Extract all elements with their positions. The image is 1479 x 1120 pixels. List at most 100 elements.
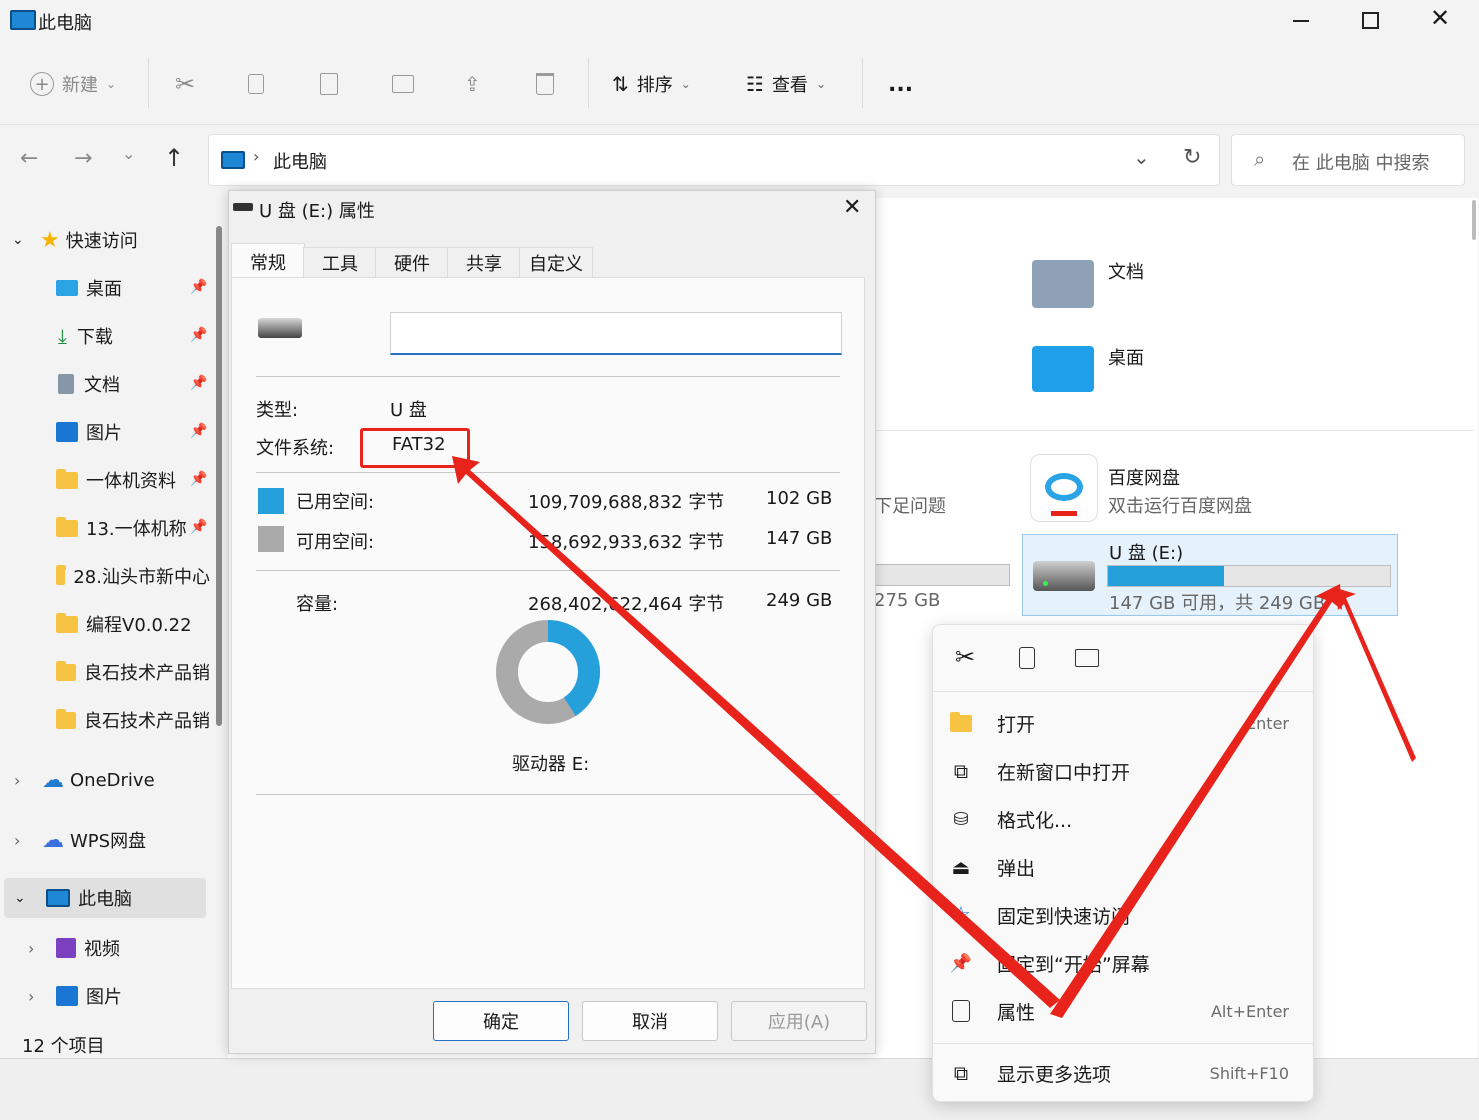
tab-label: 硬件 — [394, 254, 430, 275]
apply-button[interactable]: 应用(A) — [731, 1001, 867, 1041]
refresh-icon[interactable]: ↻ — [1183, 145, 1201, 170]
tab-general[interactable]: 常规 — [231, 243, 305, 280]
more-button[interactable]: ... — [888, 62, 913, 106]
minimize-button[interactable] — [1293, 20, 1309, 22]
capacity-bytes: 268,402,622,464 字节 — [528, 594, 725, 615]
nav-item-folder[interactable]: 一体机资料 📌 — [0, 460, 210, 500]
free-size: 147 GB — [766, 528, 833, 549]
pin-icon: 📌 — [190, 519, 208, 535]
cancel-button[interactable]: 取消 — [582, 1001, 718, 1041]
folder-icon — [56, 564, 67, 585]
nav-this-pc[interactable]: ⌄ 此电脑 — [4, 878, 206, 918]
nav-item-documents[interactable]: 文档 📌 — [0, 364, 210, 404]
view-label: 查看 — [771, 75, 808, 96]
menu-label: 弹出 — [997, 857, 1036, 880]
chevron-down-icon: ⌄ — [106, 77, 117, 91]
divider — [256, 472, 840, 473]
maximize-button[interactable] — [1362, 12, 1379, 29]
menu-eject[interactable]: ⏏ 弹出 — [947, 845, 1297, 889]
apply-label: 应用(A) — [767, 1012, 831, 1033]
view-button[interactable]: ☷ 查看 ⌄ — [746, 62, 826, 106]
paste-button[interactable] — [320, 62, 338, 106]
usb-usage-fill — [1108, 566, 1224, 586]
share-button[interactable]: ⇪ — [464, 62, 481, 106]
baidu-tile[interactable]: 百度网盘 双击运行百度网盘 — [1026, 450, 1386, 526]
menu-label: 属性 — [997, 1001, 1036, 1024]
delete-button[interactable] — [536, 62, 554, 106]
up-arrow-icon[interactable]: ↑ — [164, 144, 184, 172]
nav-item-folder[interactable]: 28.汕头市新中心 — [0, 556, 210, 596]
divider — [256, 376, 840, 377]
usb-led — [1043, 581, 1048, 586]
nav-item-folder[interactable]: 良石技术产品销 — [0, 700, 210, 740]
address-dropdown-icon[interactable]: ⌄ — [1133, 145, 1150, 169]
nav-label: 文档 — [84, 375, 120, 396]
nav-item-folder[interactable]: 13.一体机称 📌 — [0, 508, 210, 548]
share-icon: ⇪ — [464, 72, 481, 96]
pin-icon: 📌 — [949, 952, 973, 974]
nav-label: 良石技术产品销 — [84, 711, 210, 732]
nav-item-downloads[interactable]: ⤓ 下载 📌 — [0, 316, 210, 356]
pin-icon: 📌 — [190, 375, 208, 391]
dialog-close-button[interactable]: ✕ — [843, 195, 861, 220]
tab-customize[interactable]: 自定义 — [519, 247, 593, 278]
content-scrollbar[interactable] — [1472, 200, 1476, 240]
picture-icon — [56, 422, 78, 442]
folder-tile-documents[interactable]: 文档 — [1028, 254, 1288, 320]
rename-button[interactable] — [392, 62, 414, 106]
menu-open-new-window[interactable]: ⧉ 在新窗口中打开 — [947, 749, 1297, 793]
pin-icon: 📌 — [190, 279, 208, 295]
window-title: 此电脑 — [38, 13, 92, 34]
forward-arrow-icon[interactable]: → — [74, 146, 92, 171]
nav-videos[interactable]: › 视频 — [0, 928, 210, 968]
nav-label: 快速访问 — [65, 231, 138, 252]
nav-item-folder[interactable]: 编程V0.0.22 — [0, 604, 210, 644]
cut-icon[interactable]: ✂ — [955, 643, 975, 671]
menu-properties[interactable]: 属性 Alt+Enter — [947, 989, 1297, 1033]
close-button[interactable]: ✕ — [1430, 4, 1450, 32]
nav-item-folder[interactable]: 良石技术产品销 — [0, 652, 210, 692]
rename-icon[interactable] — [1075, 649, 1099, 667]
copy-button[interactable] — [248, 62, 264, 106]
recent-chevron-icon[interactable]: ⌄ — [122, 144, 135, 163]
nav-item-pictures[interactable]: 图片 📌 — [0, 412, 210, 452]
folder-tile-desktop[interactable]: 桌面 — [1028, 340, 1288, 406]
sort-icon: ⇅ — [612, 72, 629, 96]
breadcrumb-location[interactable]: 此电脑 — [273, 148, 327, 174]
folder-icon — [56, 612, 78, 633]
context-menu: ✂ 打开 Enter ⧉ 在新窗口中打开 ⛁ 格式化... ⏏ 弹出 ☆ 固定到… — [932, 624, 1314, 1102]
search-box[interactable]: ⌕ 在 此电脑 中搜索 — [1231, 134, 1465, 186]
volume-name-input[interactable] — [390, 312, 842, 355]
menu-pin-start[interactable]: 📌 固定到“开始”屏幕 — [947, 941, 1297, 985]
nav-pictures[interactable]: › 图片 — [0, 976, 210, 1016]
new-button[interactable]: + 新建 ⌄ — [30, 62, 116, 106]
nav-wps[interactable]: › ☁ WPS网盘 — [0, 820, 210, 860]
free-color-swatch — [258, 526, 284, 552]
nav-quick-access[interactable]: ⌄ ★ 快速访问 — [0, 220, 210, 260]
address-bar[interactable]: › 此电脑 ⌄ ↻ — [208, 134, 1220, 186]
usb-drive-tile[interactable]: U 盘 (E:) 147 GB 可用，共 249 GB — [1022, 534, 1398, 616]
menu-show-more[interactable]: ⧉ 显示更多选项 Shift+F10 — [947, 1051, 1297, 1095]
back-arrow-icon[interactable]: ← — [20, 146, 38, 171]
nav-label: 图片 — [86, 423, 122, 444]
sort-button[interactable]: ⇅ 排序 ⌄ — [612, 62, 691, 106]
nav-scrollbar[interactable] — [216, 226, 222, 726]
tab-label: 自定义 — [529, 254, 583, 275]
tab-tools[interactable]: 工具 — [303, 247, 377, 278]
drive-small-icon — [233, 203, 253, 211]
ok-button[interactable]: 确定 — [433, 1001, 569, 1041]
nav-item-desktop[interactable]: 桌面 📌 — [0, 268, 210, 308]
menu-open[interactable]: 打开 Enter — [947, 701, 1297, 745]
nav-onedrive[interactable]: › ☁ OneDrive — [0, 760, 210, 800]
copy-icon[interactable] — [1019, 647, 1035, 669]
menu-format[interactable]: ⛁ 格式化... — [947, 797, 1297, 841]
folder-open-icon — [947, 711, 975, 732]
menu-pin-quick-access[interactable]: ☆ 固定到快速访问 — [947, 893, 1297, 937]
filesystem-highlight — [360, 428, 470, 468]
cut-button[interactable]: ✂ — [175, 62, 195, 106]
properties-dialog: U 盘 (E:) 属性 ✕ 常规 工具 硬件 共享 自定义 类型: U 盘 文件… — [228, 190, 876, 1054]
tab-sharing[interactable]: 共享 — [447, 247, 521, 278]
star-outline-icon: ☆ — [951, 902, 971, 928]
tab-hardware[interactable]: 硬件 — [375, 247, 449, 278]
partial-label: 下足问题 — [874, 496, 946, 517]
